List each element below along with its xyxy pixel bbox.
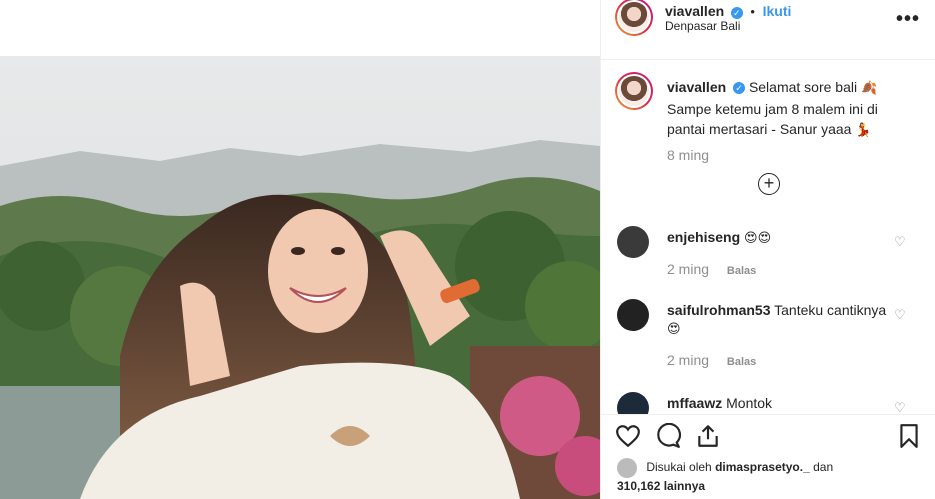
liker-username[interactable]: dimasprasetyo._	[715, 460, 810, 474]
header-title: viavallen ✓ • Ikuti	[665, 3, 791, 19]
separator-dot: •	[750, 4, 755, 19]
likes-summary: Disukai oleh dimasprasetyo._ dan 310,162…	[617, 458, 917, 495]
commenter-username[interactable]: saifulrohman53	[667, 302, 770, 318]
comment-meta: 2 ming Balas	[667, 261, 756, 277]
commenter-username[interactable]: mffaawz	[667, 395, 722, 411]
caption-avatar[interactable]	[615, 72, 653, 110]
likes-suffix: dan	[813, 460, 834, 475]
actions-bar: Disukai oleh dimasprasetyo._ dan 310,162…	[601, 414, 935, 499]
comment-icon[interactable]	[655, 423, 681, 449]
heart-eyes-emoji-icon: 😍	[667, 322, 681, 337]
comment-body: Tanteku cantiknya	[774, 302, 887, 318]
caption-text: viavallen ✓ Selamat sore bali 🍂 Sampe ke…	[667, 77, 912, 141]
comment-text: saifulrohman53 Tanteku cantiknya 😍	[667, 301, 887, 339]
comment-like-icon[interactable]: ♡	[894, 307, 908, 322]
comment-text: enjehiseng 😍😍	[667, 228, 887, 248]
follow-button[interactable]: Ikuti	[763, 3, 792, 19]
caption-line1: Selamat sore bali	[748, 79, 858, 95]
post-photo[interactable]	[0, 0, 600, 499]
author-username[interactable]: viavallen	[665, 3, 724, 19]
post-image[interactable]	[0, 56, 600, 499]
photo-top-margin	[0, 0, 600, 56]
bookmark-icon[interactable]	[896, 423, 922, 449]
dancer-emoji-icon: 💃	[855, 123, 872, 138]
heart-icon[interactable]	[615, 423, 641, 449]
commenter-avatar[interactable]	[617, 299, 649, 331]
plus-circle-icon[interactable]: +	[758, 173, 780, 195]
likes-count[interactable]: 310,162 lainnya	[617, 479, 705, 493]
comment-like-icon[interactable]: ♡	[894, 400, 908, 415]
verified-badge-icon: ✓	[733, 82, 746, 95]
more-options-button[interactable]: •••	[896, 8, 920, 31]
comment-timestamp[interactable]: 2 ming	[667, 261, 709, 277]
comment-text: mffaawz Montok	[667, 394, 887, 412]
likes-prefix: Disukai oleh	[646, 460, 712, 475]
comment-meta: 2 ming Balas	[667, 352, 756, 368]
post-header: viavallen ✓ • Ikuti Denpasar Bali •••	[601, 0, 935, 60]
share-icon[interactable]	[695, 423, 721, 449]
commenter-avatar[interactable]	[617, 226, 649, 258]
comment-body: Montok	[726, 395, 773, 411]
leaf-emoji-icon: 🍂	[861, 81, 878, 96]
liker-avatar[interactable]	[617, 458, 637, 478]
comment-like-icon[interactable]: ♡	[894, 234, 908, 249]
caption-username[interactable]: viavallen	[667, 79, 726, 95]
commenter-username[interactable]: enjehiseng	[667, 229, 740, 245]
post-details-panel: viavallen ✓ • Ikuti Denpasar Bali ••• vi…	[600, 0, 935, 499]
reply-button[interactable]: Balas	[727, 265, 756, 277]
caption-timestamp[interactable]: 8 ming	[667, 147, 709, 163]
reply-button[interactable]: Balas	[727, 356, 756, 368]
comment-timestamp[interactable]: 2 ming	[667, 352, 709, 368]
author-avatar[interactable]	[615, 0, 653, 36]
caption-line2: Sampe ketemu jam 8 malem ini di pantai m…	[667, 101, 878, 137]
location-link[interactable]: Denpasar Bali	[665, 19, 740, 33]
heart-eyes-emoji-icon: 😍😍	[744, 231, 772, 246]
verified-badge-icon: ✓	[730, 6, 743, 19]
